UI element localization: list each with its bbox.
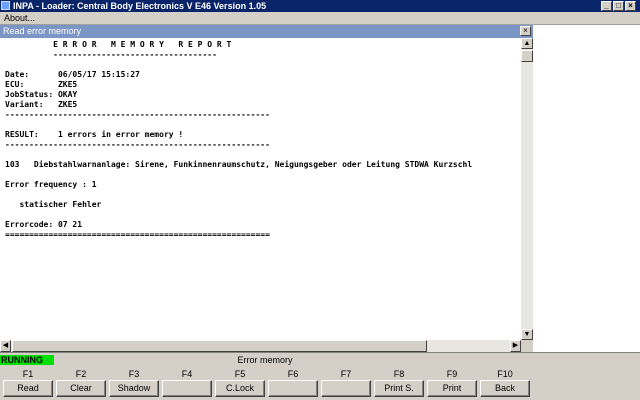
report-line: statischer Fehler <box>5 200 102 209</box>
report-line: Errorcode: 07 21 <box>5 220 83 229</box>
scroll-left-arrow-icon[interactable]: ◀ <box>0 340 11 352</box>
fkey-label-f1: F1 <box>22 369 34 379</box>
app-icon <box>1 1 10 10</box>
child-window-title: Read error memory <box>3 26 82 36</box>
menu-bar: About... <box>0 12 640 25</box>
report-line <box>5 120 472 130</box>
report-line: JobStatus: OKAY <box>5 90 78 99</box>
report-line <box>5 190 472 200</box>
window-title: INPA - Loader: Central Body Electronics … <box>13 1 267 11</box>
vertical-scroll-thumb[interactable] <box>521 50 533 62</box>
report-line: RESULT: 1 errors in error memory ! <box>5 130 184 139</box>
fkey-label-f6: F6 <box>287 369 299 379</box>
report-line: Variant: ZKE5 <box>5 100 78 109</box>
scrollbar-corner <box>521 340 533 352</box>
scroll-right-arrow-icon[interactable]: ▶ <box>510 340 521 352</box>
close-button[interactable]: × <box>625 1 636 11</box>
fkey-button-f9[interactable]: Print <box>427 380 477 397</box>
fkey-label-f2: F2 <box>75 369 87 379</box>
fkey-button-f5[interactable]: C.Lock <box>215 380 265 397</box>
report-line: 103 Diebstahlwarnanlage: Sirene, Funkinn… <box>5 160 473 169</box>
fkey-button-f10[interactable]: Back <box>480 380 530 397</box>
report-line <box>5 150 472 160</box>
child-close-button[interactable]: × <box>520 26 531 36</box>
fkey-button-f6[interactable] <box>268 380 318 397</box>
horizontal-scroll-thumb[interactable] <box>12 340 427 352</box>
maximize-button[interactable]: □ <box>613 1 624 11</box>
child-window-titlebar: Read error memory × <box>0 25 533 38</box>
screen-title: Error memory <box>237 355 293 365</box>
report-line: ========================================… <box>5 230 270 239</box>
report-area: E R R O R M E M O R Y R E P O R T ------… <box>0 38 521 340</box>
report-line: ----------------------------------------… <box>5 110 270 119</box>
vertical-scrollbar[interactable]: ▲ ▼ <box>521 38 533 340</box>
app-titlebar: INPA - Loader: Central Body Electronics … <box>0 0 640 12</box>
report-line <box>5 210 472 220</box>
minimize-button[interactable]: _ <box>601 1 612 11</box>
status-bar: RUNNING Error memory F1 Read F2 Clear F3 Shad… <box>0 352 640 400</box>
fkey-label-f7: F7 <box>340 369 352 379</box>
report-line: Error frequency : 1 <box>5 180 97 189</box>
fkey-label-f5: F5 <box>234 369 246 379</box>
report-line: Date: 06/05/17 15:15:27 <box>5 70 140 79</box>
fkey-button-f4[interactable] <box>162 380 212 397</box>
scroll-up-arrow-icon[interactable]: ▲ <box>521 38 533 49</box>
report-line: ECU: ZKE5 <box>5 80 78 89</box>
fkey-label-f3: F3 <box>128 369 140 379</box>
fkey-button-f3[interactable]: Shadow <box>109 380 159 397</box>
fkey-label-f4: F4 <box>181 369 193 379</box>
report-line: ---------------------------------- <box>5 50 217 59</box>
fkey-button-f7[interactable] <box>321 380 371 397</box>
horizontal-scrollbar[interactable]: ◀ ▶ <box>0 340 521 352</box>
fkey-label-f8: F8 <box>393 369 405 379</box>
fkey-button-f8[interactable]: Print S. <box>374 380 424 397</box>
report-line <box>5 60 472 70</box>
running-indicator: RUNNING <box>0 355 54 365</box>
window-controls: _ □ × <box>601 1 636 11</box>
fkey-button-f1[interactable]: Read <box>3 380 53 397</box>
fkey-button-f2[interactable]: Clear <box>56 380 106 397</box>
error-report-text: E R R O R M E M O R Y R E P O R T ------… <box>5 40 472 240</box>
fkey-label-f9: F9 <box>446 369 458 379</box>
fkey-label-f10: F10 <box>497 369 513 379</box>
scroll-down-arrow-icon[interactable]: ▼ <box>521 329 533 340</box>
report-line <box>5 170 472 180</box>
report-line: ----------------------------------------… <box>5 140 270 149</box>
report-line: E R R O R M E M O R Y R E P O R T <box>5 40 232 49</box>
empty-workspace <box>533 25 640 352</box>
